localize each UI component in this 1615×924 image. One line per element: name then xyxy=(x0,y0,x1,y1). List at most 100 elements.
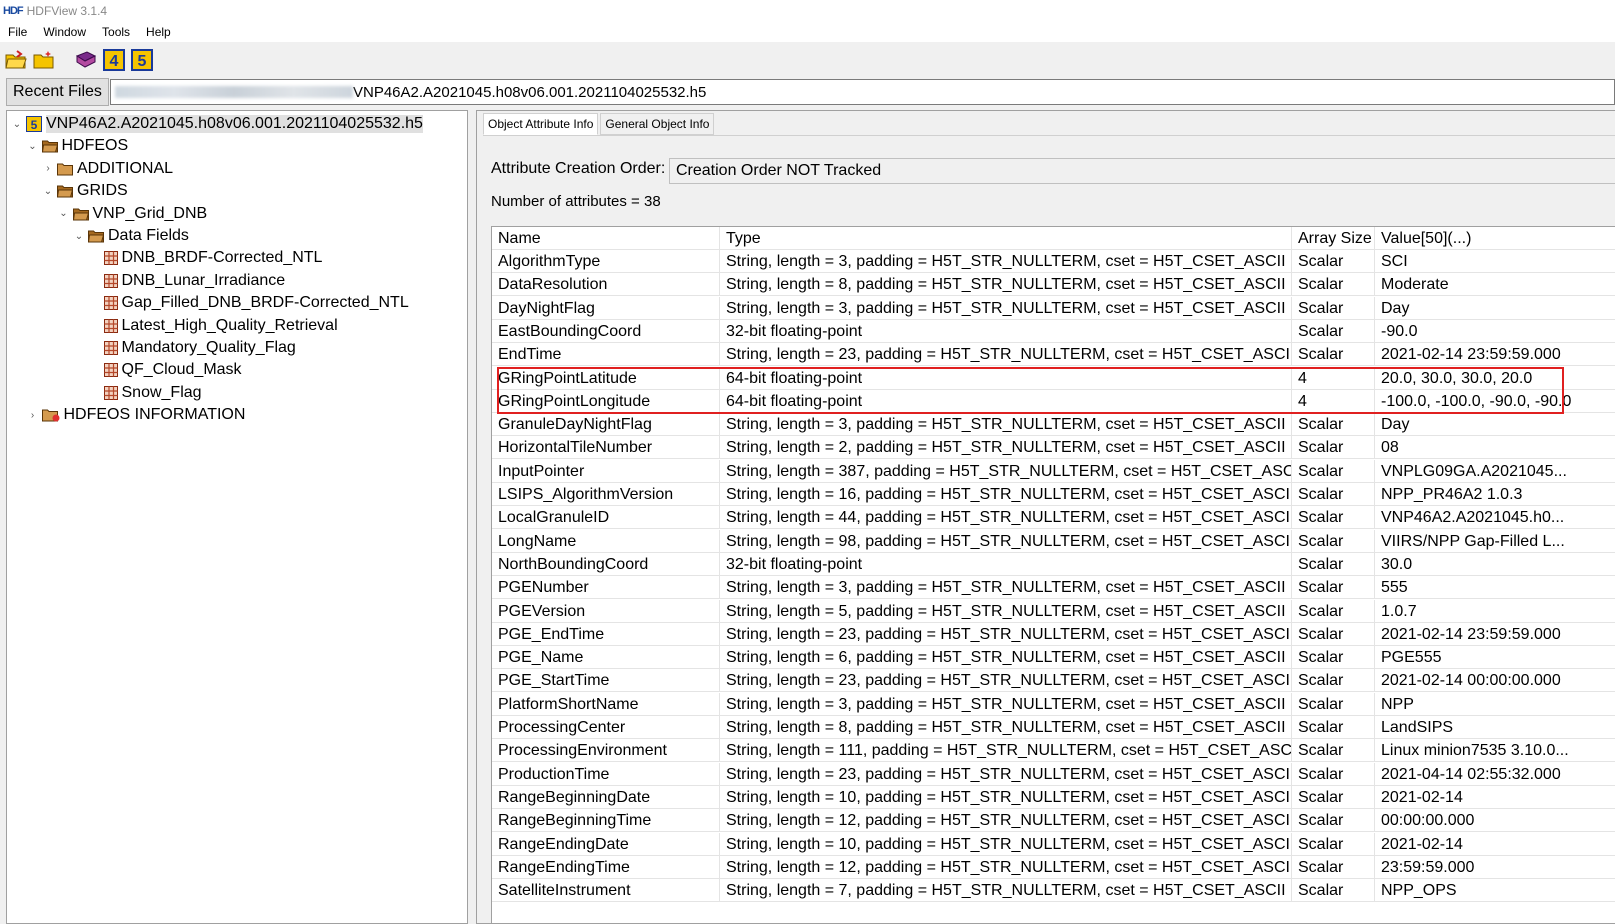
cell-value[interactable]: Moderate xyxy=(1375,273,1615,297)
cell-value[interactable]: 23:59:59.000 xyxy=(1375,856,1615,879)
menu-help[interactable]: Help xyxy=(138,25,179,39)
cell-array-size[interactable]: Scalar xyxy=(1292,319,1375,343)
cell-name[interactable]: GranuleDayNightFlag xyxy=(492,413,720,437)
cell-name[interactable]: DayNightFlag xyxy=(492,296,720,320)
cell-name[interactable]: LocalGranuleID xyxy=(492,506,720,530)
tree-node[interactable]: › ADDITIONAL xyxy=(42,158,173,180)
table-row[interactable]: NorthBoundingCoord 32-bit floating-point S… xyxy=(492,552,1615,576)
menu-window[interactable]: Window xyxy=(35,25,94,39)
cell-name[interactable]: ProcessingCenter xyxy=(492,716,720,739)
cell-array-size[interactable]: Scalar xyxy=(1292,762,1375,786)
cell-type[interactable]: String, length = 5, padding = H5T_STR_NU… xyxy=(720,599,1292,623)
cell-array-size[interactable]: 4 xyxy=(1292,366,1375,390)
tab-object-attribute-info[interactable]: Object Attribute Info xyxy=(483,113,599,135)
chevron-down-icon[interactable]: ⌄ xyxy=(27,141,39,152)
tree-node[interactable]: › HDFEOS INFORMATION xyxy=(27,404,246,426)
cell-name[interactable]: PlatformShortName xyxy=(492,692,720,716)
chevron-down-icon[interactable]: ⌄ xyxy=(58,208,70,219)
tree-node[interactable]: ⌄ Data Fields xyxy=(73,225,189,247)
table-row[interactable]: LocalGranuleID String, length = 44, paddi… xyxy=(492,506,1615,530)
cell-array-size[interactable]: Scalar xyxy=(1292,552,1375,576)
cell-value[interactable]: 1.0.7 xyxy=(1375,600,1615,623)
cell-name[interactable]: InputPointer xyxy=(492,459,720,483)
cell-array-size[interactable]: Scalar xyxy=(1292,529,1375,553)
cell-name[interactable]: LongName xyxy=(492,529,720,553)
cell-name[interactable]: ProductionTime xyxy=(492,762,720,786)
tree-node[interactable]: ⌄ GRIDS xyxy=(42,180,128,202)
cell-array-size[interactable]: Scalar xyxy=(1292,343,1375,367)
cell-value[interactable]: NPP_PR46A2 1.0.3 xyxy=(1375,483,1615,506)
tree-node[interactable]: Mandatory_Quality_Flag xyxy=(103,337,296,359)
cell-array-size[interactable]: Scalar xyxy=(1292,622,1375,646)
cell-value[interactable]: VNPLG09GA.A2021045... xyxy=(1375,460,1615,483)
cell-type[interactable]: String, length = 16, padding = H5T_STR_N… xyxy=(720,483,1292,506)
cell-array-size[interactable]: 4 xyxy=(1292,389,1375,413)
cell-name[interactable]: DataResolution xyxy=(492,273,720,297)
table-row[interactable]: AlgorithmType String, length = 3, padding… xyxy=(492,250,1615,273)
cell-array-size[interactable]: Scalar xyxy=(1292,716,1375,739)
cell-type[interactable]: String, length = 3, padding = H5T_STR_NU… xyxy=(720,296,1292,320)
menu-file[interactable]: File xyxy=(0,25,35,39)
cell-name[interactable]: NorthBoundingCoord xyxy=(492,552,720,576)
table-row[interactable]: ProcessingCenter String, length = 8, padd… xyxy=(492,716,1615,739)
open-folder-icon[interactable] xyxy=(4,48,28,72)
table-row[interactable]: GranuleDayNightFlag String, length = 3, p… xyxy=(492,413,1615,437)
cell-name[interactable]: RangeBeginningTime xyxy=(492,809,720,833)
tree-node[interactable]: Gap_Filled_DNB_BRDF-Corrected_NTL xyxy=(103,292,409,314)
cell-name[interactable]: RangeEndingDate xyxy=(492,832,720,856)
cell-array-size[interactable]: Scalar xyxy=(1292,879,1375,903)
chevron-right-icon[interactable]: › xyxy=(42,163,54,174)
cell-type[interactable]: String, length = 3, padding = H5T_STR_NU… xyxy=(720,692,1292,716)
cell-name[interactable]: PGEVersion xyxy=(492,599,720,623)
cell-value[interactable]: 20.0, 30.0, 30.0, 20.0 xyxy=(1375,367,1615,390)
cell-type[interactable]: String, length = 98, padding = H5T_STR_N… xyxy=(720,529,1292,553)
cell-type[interactable]: String, length = 111, padding = H5T_STR_… xyxy=(720,739,1292,763)
table-row[interactable]: ProcessingEnvironment String, length = 11… xyxy=(492,739,1615,763)
chevron-down-icon[interactable]: ⌄ xyxy=(11,119,23,130)
cell-name[interactable]: SatelliteInstrument xyxy=(492,879,720,903)
chevron-right-icon[interactable]: › xyxy=(27,410,39,421)
cell-value[interactable]: 2021-04-14 02:55:32.000 xyxy=(1375,763,1615,786)
cell-type[interactable]: 32-bit floating-point xyxy=(720,552,1292,576)
tab-general-object-info[interactable]: General Object Info xyxy=(600,113,715,135)
cell-type[interactable]: String, length = 23, padding = H5T_STR_N… xyxy=(720,343,1292,367)
table-row[interactable]: PGEVersion String, length = 5, padding = … xyxy=(492,599,1615,623)
table-row[interactable]: GRingPointLongitude 64-bit floating-point… xyxy=(492,389,1615,413)
cell-value[interactable]: 30.0 xyxy=(1375,553,1615,576)
column-header-value[interactable]: Value[50](...) xyxy=(1375,227,1615,250)
cell-type[interactable]: String, length = 12, padding = H5T_STR_N… xyxy=(720,809,1292,833)
table-row[interactable]: DataResolution String, length = 8, paddin… xyxy=(492,273,1615,297)
tree-node[interactable]: ⌄ VNP_Grid_DNB xyxy=(58,203,207,225)
cell-type[interactable]: String, length = 387, padding = H5T_STR_… xyxy=(720,459,1292,483)
table-row[interactable]: RangeEndingDate String, length = 10, padd… xyxy=(492,832,1615,856)
file-path-field[interactable]: VNP46A2.A2021045.h08v06.001.202110402553… xyxy=(110,79,1615,105)
cell-array-size[interactable]: Scalar xyxy=(1292,273,1375,297)
cell-value[interactable]: 00:00:00.000 xyxy=(1375,809,1615,833)
cell-value[interactable]: PGE555 xyxy=(1375,646,1615,670)
cell-name[interactable]: PGENumber xyxy=(492,576,720,600)
cell-name[interactable]: GRingPointLongitude xyxy=(492,389,720,413)
cell-array-size[interactable]: Scalar xyxy=(1292,250,1375,273)
table-row[interactable]: LSIPS_AlgorithmVersion String, length = 1… xyxy=(492,483,1615,506)
cell-array-size[interactable]: Scalar xyxy=(1292,832,1375,856)
tree-node[interactable]: QF_Cloud_Mask xyxy=(103,359,242,381)
cell-name[interactable]: PGE_StartTime xyxy=(492,669,720,693)
panel-splitter[interactable] xyxy=(468,110,476,922)
cell-array-size[interactable]: Scalar xyxy=(1292,669,1375,693)
cell-value[interactable]: VNP46A2.A2021045.h0... xyxy=(1375,506,1615,530)
cell-value[interactable]: NPP_OPS xyxy=(1375,879,1615,903)
tree-node[interactable]: ⌄ HDFEOS xyxy=(27,135,128,157)
table-row[interactable]: LongName String, length = 98, padding = H… xyxy=(492,529,1615,553)
cell-type[interactable]: String, length = 7, padding = H5T_STR_NU… xyxy=(720,879,1292,903)
cell-name[interactable]: HorizontalTileNumber xyxy=(492,436,720,460)
cell-type[interactable]: String, length = 3, padding = H5T_STR_NU… xyxy=(720,250,1292,273)
table-row[interactable]: RangeBeginningDate String, length = 10, p… xyxy=(492,785,1615,809)
table-row[interactable]: GRingPointLatitude 64-bit floating-point 4… xyxy=(492,366,1615,390)
cell-array-size[interactable]: Scalar xyxy=(1292,599,1375,623)
cell-type[interactable]: String, length = 10, padding = H5T_STR_N… xyxy=(720,785,1292,809)
cell-type[interactable]: String, length = 12, padding = H5T_STR_N… xyxy=(720,855,1292,879)
cell-value[interactable]: 555 xyxy=(1375,576,1615,600)
cell-value[interactable]: -100.0, -100.0, -90.0, -90.0 xyxy=(1375,390,1615,413)
menu-tools[interactable]: Tools xyxy=(94,25,138,39)
cell-name[interactable]: PGE_EndTime xyxy=(492,622,720,646)
